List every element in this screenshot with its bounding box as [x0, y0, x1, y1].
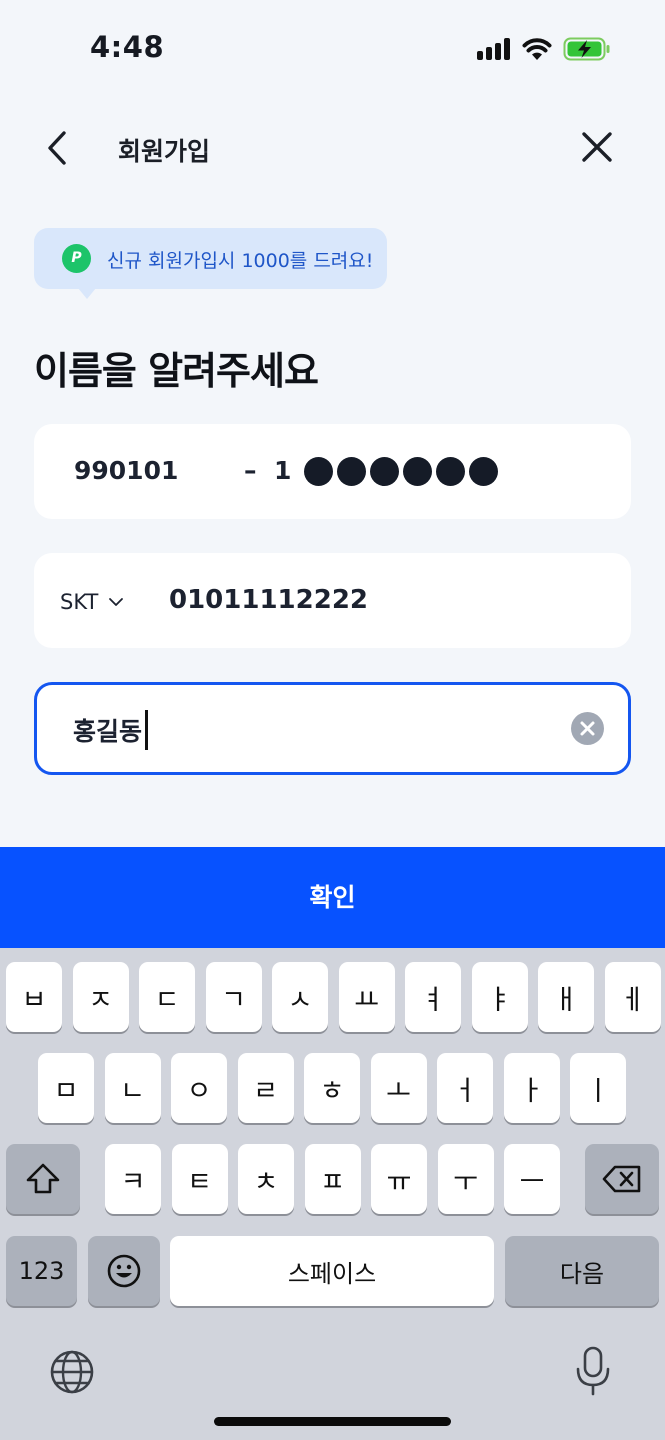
key[interactable]: ㅕ: [405, 962, 461, 1032]
home-indicator[interactable]: [214, 1417, 451, 1426]
microphone-icon[interactable]: [574, 1345, 612, 1397]
space-key[interactable]: 스페이스: [170, 1236, 494, 1306]
key[interactable]: ㅍ: [304, 1144, 361, 1214]
wifi-icon: [522, 38, 552, 60]
clear-circle-icon: [580, 721, 595, 736]
key[interactable]: ㅇ: [171, 1053, 227, 1123]
masked-digit-dot: [436, 457, 465, 486]
key[interactable]: ㅓ: [437, 1053, 493, 1123]
battery-charging-icon: [563, 37, 610, 61]
carrier-label: SKT: [60, 590, 99, 614]
key[interactable]: ㅎ: [304, 1053, 360, 1123]
key[interactable]: ㅊ: [238, 1144, 294, 1214]
key[interactable]: ㅂ: [6, 962, 62, 1032]
id-dash: –: [244, 456, 257, 485]
next-key[interactable]: 다음: [505, 1236, 659, 1306]
key[interactable]: ㅋ: [105, 1144, 161, 1214]
shift-key[interactable]: [6, 1144, 80, 1214]
key[interactable]: ㄷ: [139, 962, 195, 1032]
carrier-select[interactable]: SKT: [60, 585, 124, 619]
key[interactable]: ㅔ: [604, 962, 661, 1032]
header: 회원가입: [0, 110, 665, 186]
point-icon: P: [62, 244, 91, 273]
close-icon: [582, 132, 612, 162]
backspace-icon: [602, 1165, 641, 1193]
key[interactable]: ㄹ: [237, 1053, 294, 1123]
key[interactable]: ㄴ: [104, 1053, 161, 1123]
masked-digit-dot: [337, 457, 366, 486]
masked-digit-dot: [403, 457, 432, 486]
globe-icon[interactable]: [48, 1348, 96, 1396]
clear-button[interactable]: [571, 712, 604, 745]
close-button[interactable]: [574, 124, 620, 170]
phone-number-value[interactable]: 01011112222: [169, 585, 368, 615]
key[interactable]: ㅗ: [370, 1053, 427, 1123]
key[interactable]: ㅅ: [272, 962, 328, 1032]
birth-date-value: 990101: [74, 456, 179, 485]
key[interactable]: ㅡ: [504, 1144, 560, 1214]
key[interactable]: ㅣ: [570, 1053, 626, 1123]
key[interactable]: ㅏ: [503, 1053, 560, 1123]
masked-digit-dot: [370, 457, 399, 486]
header-title: 회원가입: [118, 137, 211, 166]
back-button[interactable]: [36, 126, 80, 170]
key[interactable]: ㄱ: [205, 962, 262, 1032]
name-field: [34, 682, 631, 775]
key[interactable]: ㅈ: [72, 962, 129, 1032]
chevron-down-icon: [109, 598, 124, 606]
page-title: 이름을 알려주세요: [34, 349, 319, 393]
delete-key[interactable]: [585, 1144, 659, 1214]
key[interactable]: ㅛ: [338, 962, 395, 1032]
chevron-left-icon: [48, 131, 66, 165]
key[interactable]: ㅑ: [471, 962, 528, 1032]
masked-digits: [304, 457, 498, 486]
masked-digit-dot: [469, 457, 498, 486]
emoji-key[interactable]: [88, 1236, 160, 1306]
key[interactable]: ㅜ: [437, 1144, 494, 1214]
shift-icon: [26, 1163, 60, 1194]
status-bar: 4:48: [0, 0, 665, 100]
key[interactable]: ㅐ: [538, 962, 594, 1032]
numbers-key[interactable]: 123: [6, 1236, 77, 1306]
keyboard: 123 스페이스 다음 ㅂㅈㄷㄱㅅㅛㅕㅑㅐㅔㅁㄴㅇㄹㅎㅗㅓㅏㅣㅋㅌㅊㅍㅠㅜㅡ: [0, 948, 665, 1440]
promo-tooltip: P 신규 회원가입시 1000를 드려요!: [34, 228, 387, 299]
confirm-button[interactable]: 확인: [0, 847, 665, 948]
key[interactable]: ㅌ: [171, 1144, 228, 1214]
phone-field: SKT 01011112222: [34, 553, 631, 648]
promo-text: 신규 회원가입시 1000를 드려요!: [107, 250, 374, 272]
status-time: 4:48: [90, 30, 165, 64]
emoji-icon: [107, 1254, 141, 1288]
masked-digit-dot: [304, 457, 333, 486]
id-gender-digit: 1: [274, 456, 292, 485]
text-caret: [145, 710, 148, 750]
key[interactable]: ㅠ: [371, 1144, 427, 1214]
cellular-signal-icon: [477, 38, 511, 60]
resident-id-field[interactable]: 990101 – 1: [34, 424, 631, 519]
key[interactable]: ㅁ: [38, 1053, 94, 1123]
